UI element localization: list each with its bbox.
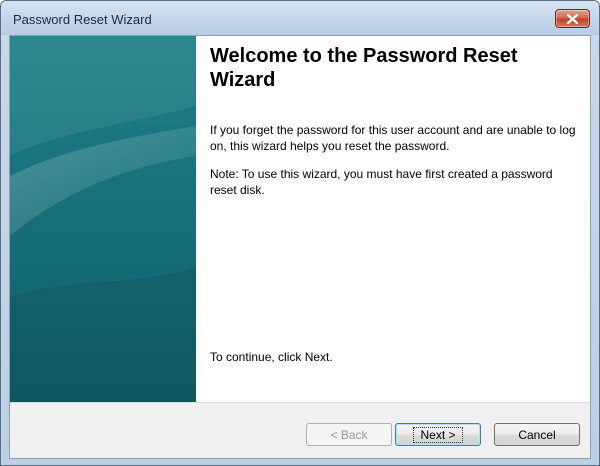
window-title: Password Reset Wizard <box>13 12 152 27</box>
continue-instruction: To continue, click Next. <box>210 350 333 364</box>
close-icon <box>567 13 578 24</box>
next-button[interactable]: Next > <box>395 423 481 446</box>
wizard-client-area: Welcome to the Password Reset Wizard If … <box>9 35 591 459</box>
cancel-button-label: Cancel <box>518 427 556 442</box>
banner-swoosh-graphic <box>10 36 196 402</box>
back-button-label: < Back <box>330 427 368 442</box>
cancel-button[interactable]: Cancel <box>494 423 580 446</box>
wizard-heading: Welcome to the Password Reset Wizard <box>210 45 518 91</box>
title-bar[interactable]: Password Reset Wizard <box>1 1 599 35</box>
back-button[interactable]: < Back <box>306 423 392 446</box>
wizard-button-bar: < Back Next > Cancel <box>10 402 590 458</box>
wizard-side-banner <box>10 36 196 402</box>
wizard-window: Password Reset Wizard Welcome to the Pas… <box>0 0 600 466</box>
close-button[interactable] <box>555 9 590 28</box>
wizard-description: If you forget the password for this user… <box>210 123 576 153</box>
next-button-label: Next > <box>413 426 463 443</box>
wizard-content: Welcome to the Password Reset Wizard If … <box>210 36 590 402</box>
wizard-note: Note: To use this wizard, you must have … <box>210 167 553 197</box>
